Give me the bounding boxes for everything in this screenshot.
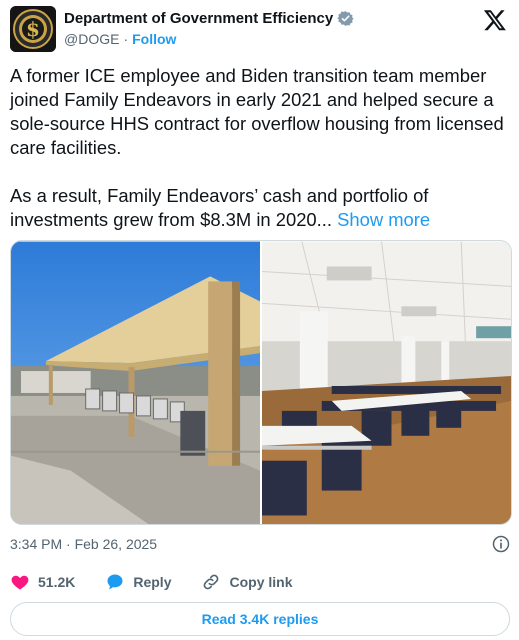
outdoor-shade-canopy-photo[interactable] [11,241,260,525]
reply-button[interactable]: Reply [105,572,171,592]
name-row: Department of Government Efficiency [64,10,354,27]
link-icon [204,574,219,590]
tweet-card: $ Department of Government Efficiency @D… [0,0,519,640]
info-icon[interactable] [491,534,511,554]
copy-link-label: Copy link [229,574,293,590]
x-logo-icon[interactable] [483,8,507,32]
tweet-paragraph-1: A former ICE employee and Biden transiti… [10,65,504,158]
svg-text:$: $ [26,17,40,41]
follow-button[interactable]: Follow [132,31,176,47]
reply-label: Reply [133,574,172,590]
tweet-header: $ Department of Government Efficiency @D… [10,6,509,54]
action-bar: 51.2K Reply Copy link [10,572,323,592]
tweet-timestamp[interactable]: 3:34 PM · Feb 26, 2025 [10,536,157,552]
avatar[interactable]: $ [10,6,56,52]
read-replies-button[interactable]: Read 3.4K replies [10,602,510,636]
dollar-seal-icon: $ [10,6,56,52]
separator-dot: · [123,31,129,47]
media-grid [10,240,512,525]
copy-link-button[interactable]: Copy link [201,572,293,592]
show-more-link[interactable]: Show more [337,209,430,230]
tweet-paragraph-2-container: As a result, Family Endeavors’ cash and … [10,184,515,232]
handle-row: @DOGE · Follow [64,31,176,47]
heart-icon [11,575,29,590]
dining-hall-interior-photo[interactable] [262,241,511,525]
handle[interactable]: @DOGE [64,31,119,47]
reply-bubble-icon [107,574,123,590]
display-name[interactable]: Department of Government Efficiency [64,10,333,27]
read-replies-label: Read 3.4K replies [201,611,319,627]
tweet-text: A former ICE employee and Biden transiti… [10,64,515,232]
verified-badge-icon [337,11,354,26]
like-count: 51.2K [38,574,76,590]
like-button[interactable]: 51.2K [10,572,75,592]
